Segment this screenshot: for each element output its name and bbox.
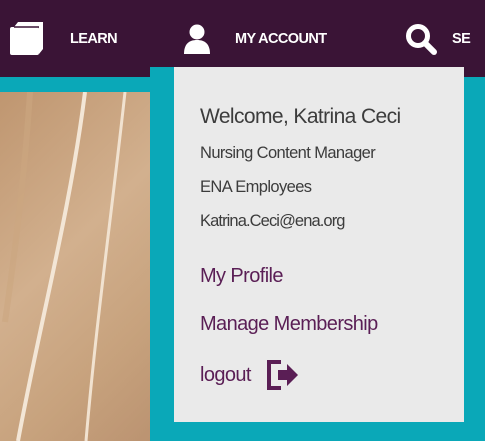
nav-search[interactable]: SE [404, 0, 471, 77]
nav-search-label: SE [452, 30, 471, 47]
accent-border-left [150, 67, 174, 441]
search-icon [404, 22, 438, 56]
accent-border-right [464, 77, 485, 441]
accent-border-bottom [150, 422, 485, 441]
nav-learn[interactable]: LEARN [8, 0, 118, 77]
my-profile-link[interactable]: My Profile [200, 265, 284, 288]
nav-my-account-label: MY ACCOUNT [235, 30, 327, 47]
user-icon [183, 24, 211, 54]
manage-membership-link[interactable]: Manage Membership [200, 313, 378, 336]
welcome-text: Welcome, Katrina Ceci [200, 105, 401, 128]
book-icon [8, 21, 44, 57]
user-role: Nursing Content Manager [200, 144, 376, 162]
background-photo [0, 92, 150, 441]
nav-my-account[interactable]: MY ACCOUNT [183, 0, 327, 77]
logout-icon [265, 359, 301, 391]
logout-link[interactable]: logout [200, 359, 301, 391]
user-email: Katrina.Ceci@ena.org [200, 212, 345, 230]
logout-label: logout [200, 363, 252, 386]
account-dropdown: Welcome, Katrina Ceci Nursing Content Ma… [174, 67, 464, 422]
nav-learn-label: LEARN [70, 30, 118, 47]
top-navbar: LEARN MY ACCOUNT SE [0, 0, 485, 77]
user-group: ENA Employees [200, 178, 312, 196]
